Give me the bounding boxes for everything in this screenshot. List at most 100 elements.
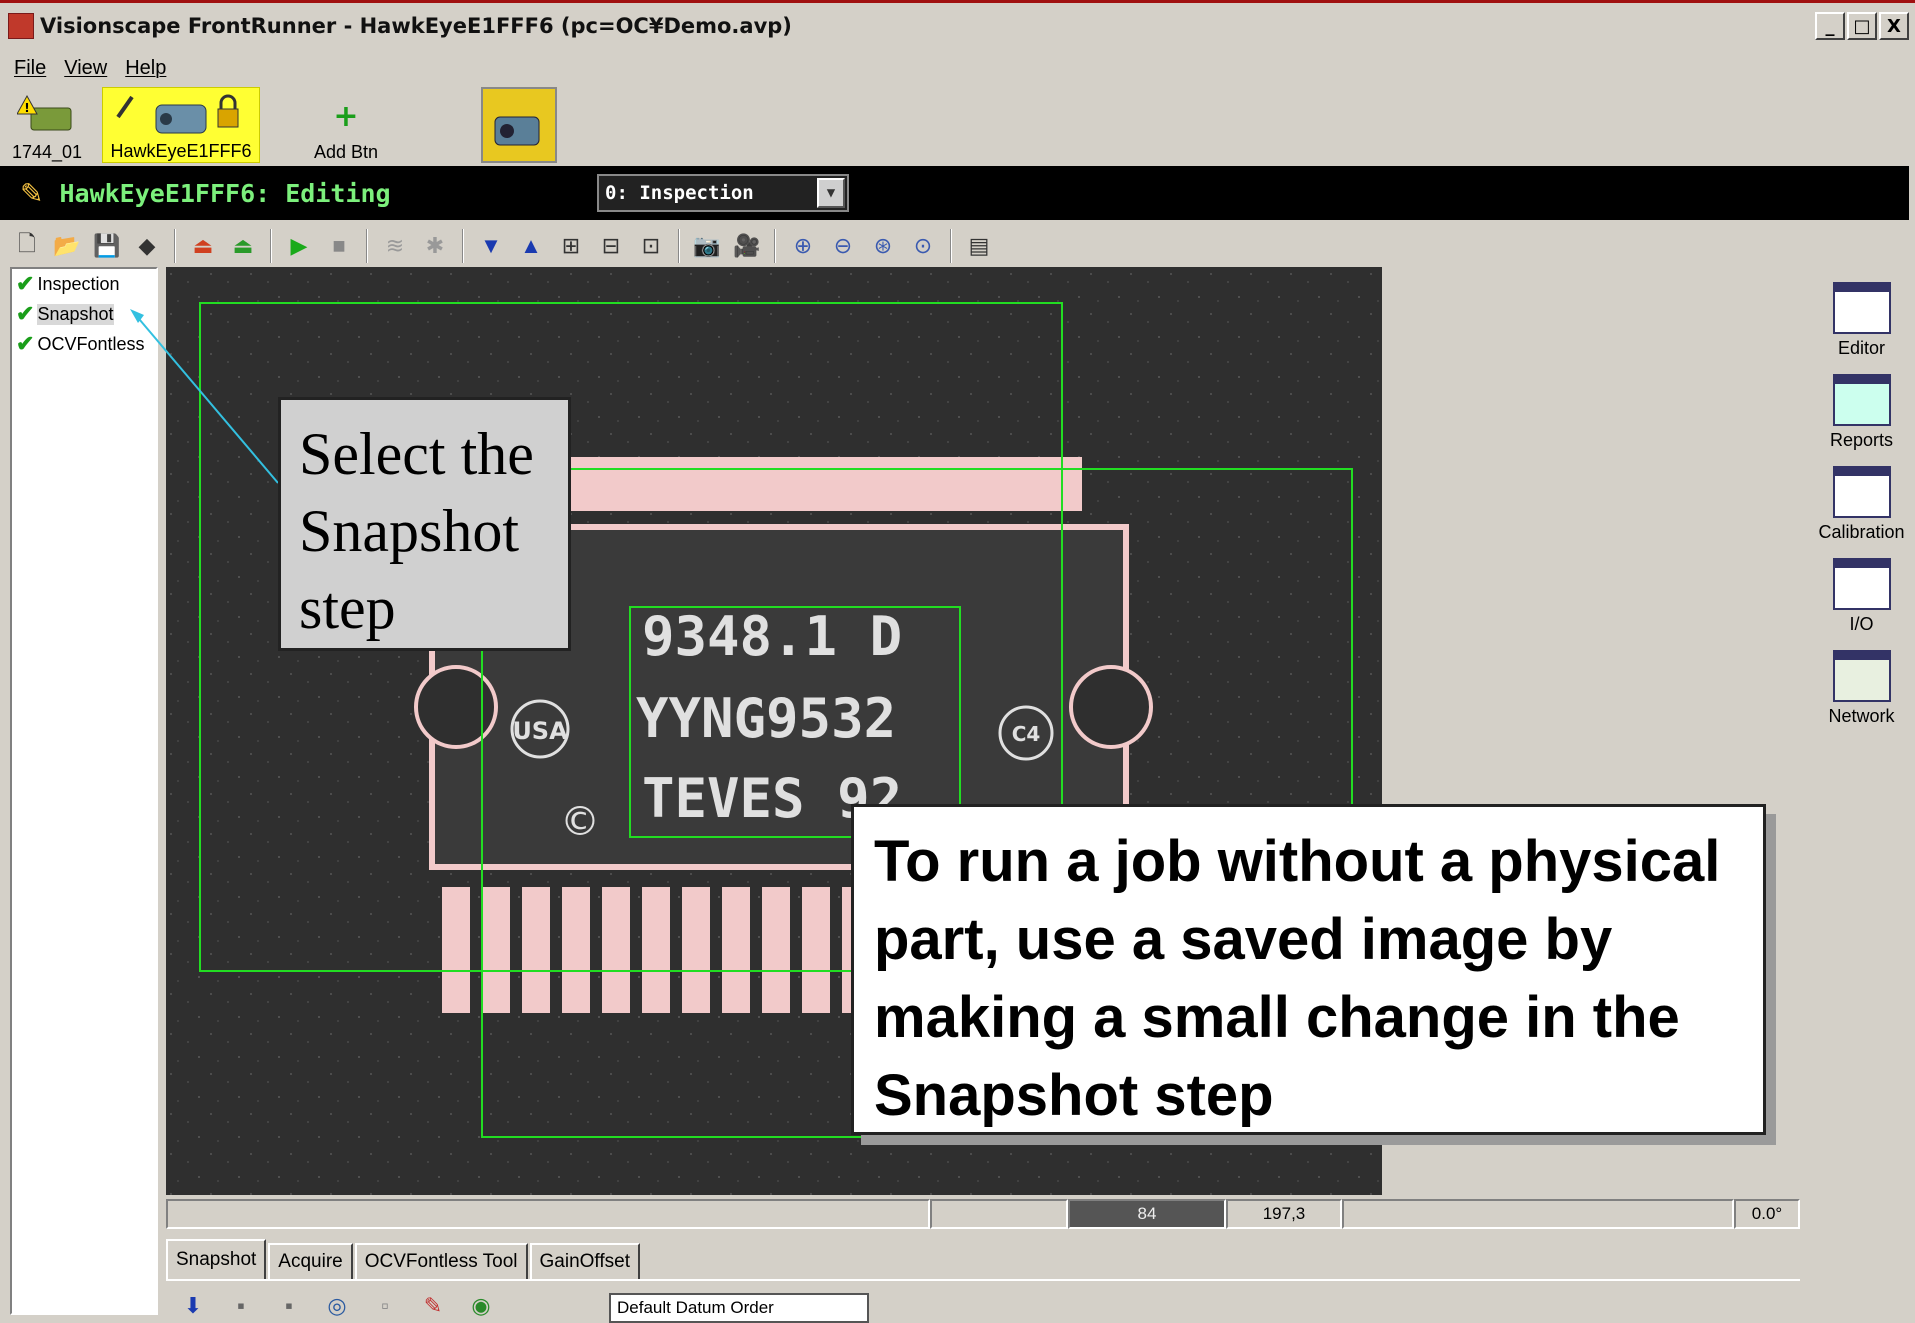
tools-icon[interactable]: ✱ xyxy=(418,229,452,263)
datum-globe-icon[interactable]: ◉ xyxy=(464,1289,498,1323)
step-blank-icon[interactable]: ▫ xyxy=(368,1289,402,1323)
edit-datum-icon[interactable]: ✎ xyxy=(416,1289,450,1323)
reports-button[interactable]: Reports xyxy=(1808,359,1915,451)
camera-icon[interactable]: 📷 xyxy=(690,229,724,263)
insert-step-icon[interactable]: ⊞ xyxy=(554,229,588,263)
zoom-fit-icon[interactable]: ⊛ xyxy=(866,229,900,263)
callout-instructions: To run a job without a physical part, us… xyxy=(851,804,1766,1135)
chevron-down-icon[interactable]: ▼ xyxy=(817,178,845,208)
tab-acquire[interactable]: Acquire xyxy=(268,1243,353,1279)
chip-text-line2: YYNG9532 xyxy=(636,687,896,750)
zoom-actual-icon[interactable]: ⊙ xyxy=(906,229,940,263)
new-file-icon[interactable]: 🗋 xyxy=(10,229,44,263)
plus-icon: + xyxy=(333,98,359,134)
device-bar: ! 1744_01 HawkEyeE1FFF6 + Add Btn xyxy=(0,87,1915,163)
window-title: Visionscape FrontRunner - HawkEyeE1FFF6 … xyxy=(40,14,792,38)
properties-icon[interactable]: ▤ xyxy=(962,229,996,263)
toolbar-separator xyxy=(678,229,680,263)
calibration-icon xyxy=(1832,466,1891,518)
window-controls: _ □ X xyxy=(1815,12,1909,40)
tab-snapshot[interactable]: Snapshot xyxy=(166,1239,267,1279)
upload-icon[interactable]: ⏏ xyxy=(186,229,220,263)
step-tree: ✔ Inspection ✔ Snapshot ✔ OCVFontless xyxy=(10,267,158,1315)
camera-edit-lock-icon xyxy=(106,93,256,137)
tab-ocvfontless-tool[interactable]: OCVFontless Tool xyxy=(354,1243,528,1279)
chip-usa-mark: USA xyxy=(512,717,568,745)
datum-order-select[interactable]: Default Datum Order xyxy=(609,1293,869,1323)
camera-image-button[interactable] xyxy=(481,87,557,163)
warning-device-icon: ! xyxy=(17,94,77,138)
network-button[interactable]: Network xyxy=(1808,635,1915,727)
tree-item-ocvfontless[interactable]: ✔ OCVFontless xyxy=(12,329,156,359)
toolbar-separator xyxy=(366,229,368,263)
menu-view[interactable]: View xyxy=(64,57,107,80)
svg-text:!: ! xyxy=(24,101,29,115)
status-cell-empty xyxy=(166,1199,930,1229)
open-folder-icon[interactable]: 📂 xyxy=(50,229,84,263)
insert-child-icon[interactable]: ⊡ xyxy=(634,229,668,263)
download-icon[interactable]: ⏏ xyxy=(226,229,260,263)
maximize-button[interactable]: □ xyxy=(1847,12,1877,40)
globe-icon[interactable]: ◎ xyxy=(320,1289,354,1323)
device-label: 1744_01 xyxy=(11,142,83,162)
callout-select-step: Select the Snapshot step xyxy=(278,397,571,651)
chip-c4-mark: C4 xyxy=(1012,722,1041,746)
step-toolbar: ⬇ ▪ ▪ ◎ ▫ ✎ ◉ xyxy=(176,1289,498,1318)
tab-gainoffset[interactable]: GainOffset xyxy=(529,1243,640,1279)
editing-bar: ✎ HawkEyeE1FFF6: Editing 0: Inspection ▼ xyxy=(0,166,1909,220)
title-bar[interactable]: Visionscape FrontRunner - HawkEyeE1FFF6 … xyxy=(0,6,1915,46)
device-button-1744[interactable]: ! 1744_01 xyxy=(4,87,90,163)
device-label: HawkEyeE1FFF6 xyxy=(110,141,252,161)
network-icon xyxy=(1832,650,1891,702)
pencil-icon: ✎ xyxy=(20,177,44,209)
zoom-out-icon[interactable]: ⊖ xyxy=(826,229,860,263)
device-button-hawkeye[interactable]: HawkEyeE1FFF6 xyxy=(102,87,260,163)
tree-item-label: Inspection xyxy=(37,273,120,294)
inspection-select[interactable]: 0: Inspection ▼ xyxy=(597,174,849,212)
editor-button[interactable]: Editor xyxy=(1808,267,1915,359)
status-coordinates: 197,3 xyxy=(1226,1199,1342,1229)
right-panel: Editor Reports Calibration I/O Network xyxy=(1808,267,1915,1027)
layers-icon[interactable]: ≋ xyxy=(378,229,412,263)
status-cell-empty xyxy=(930,1199,1068,1229)
editor-label: Editor xyxy=(1837,338,1886,358)
status-bar: 84 197,3 0.0° xyxy=(166,1199,1800,1231)
calibration-label: Calibration xyxy=(1818,522,1905,542)
toolbar-separator xyxy=(774,229,776,263)
move-up-icon[interactable]: ▲ xyxy=(514,229,548,263)
live-camera-icon[interactable]: 🎥 xyxy=(730,229,764,263)
tree-item-snapshot[interactable]: ✔ Snapshot xyxy=(12,299,156,329)
add-button[interactable]: + Add Btn xyxy=(296,87,396,163)
tree-item-label: Snapshot xyxy=(37,303,114,325)
menu-file[interactable]: File xyxy=(14,57,46,80)
save-icon[interactable]: 💾 xyxy=(90,229,124,263)
toolbar-separator xyxy=(174,229,176,263)
app-window: Visionscape FrontRunner - HawkEyeE1FFF6 … xyxy=(0,0,1915,1323)
reports-label: Reports xyxy=(1829,430,1894,450)
chip-copyright-mark: © xyxy=(560,799,600,845)
step-auto-icon[interactable]: ▪ xyxy=(272,1289,306,1323)
io-button[interactable]: I/O xyxy=(1808,543,1915,635)
close-button[interactable]: X xyxy=(1879,12,1909,40)
status-pixel-value: 84 xyxy=(1068,1199,1226,1229)
menu-help[interactable]: Help xyxy=(125,57,166,80)
toolbar-separator xyxy=(950,229,952,263)
download-step-icon[interactable]: ⬇ xyxy=(176,1289,210,1323)
minimize-button[interactable]: _ xyxy=(1815,12,1845,40)
zoom-in-icon[interactable]: ⊕ xyxy=(786,229,820,263)
io-icon xyxy=(1832,558,1891,610)
run-icon[interactable]: ▶ xyxy=(282,229,316,263)
app-icon xyxy=(8,13,34,39)
step-option-icon[interactable]: ▪ xyxy=(224,1289,258,1323)
insert-after-icon[interactable]: ⊟ xyxy=(594,229,628,263)
move-down-icon[interactable]: ▼ xyxy=(474,229,508,263)
chip-text-line1: 9348.1 D xyxy=(642,605,902,668)
stop-icon[interactable]: ■ xyxy=(322,229,356,263)
inspection-select-value: 0: Inspection xyxy=(605,182,754,204)
toolbar-separator xyxy=(462,229,464,263)
save-all-icon[interactable]: ◆ xyxy=(130,229,164,263)
add-button-label: Add Btn xyxy=(313,142,379,162)
calibration-button[interactable]: Calibration xyxy=(1808,451,1915,543)
tree-item-inspection[interactable]: ✔ Inspection xyxy=(12,269,156,299)
network-label: Network xyxy=(1828,706,1895,726)
